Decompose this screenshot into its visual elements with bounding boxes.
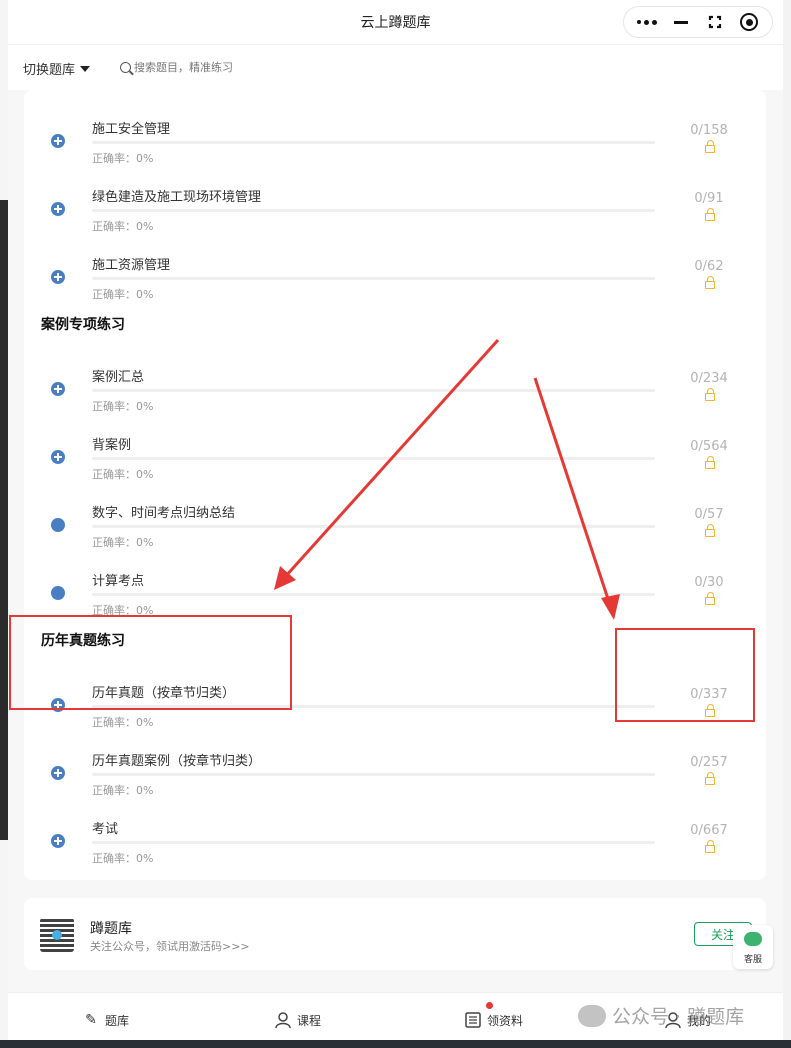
annotation-arrow-left [283, 338, 500, 579]
arrowhead-right [601, 594, 620, 620]
annotation-arrow-right [533, 377, 612, 606]
annotation-arrows [274, 338, 620, 620]
